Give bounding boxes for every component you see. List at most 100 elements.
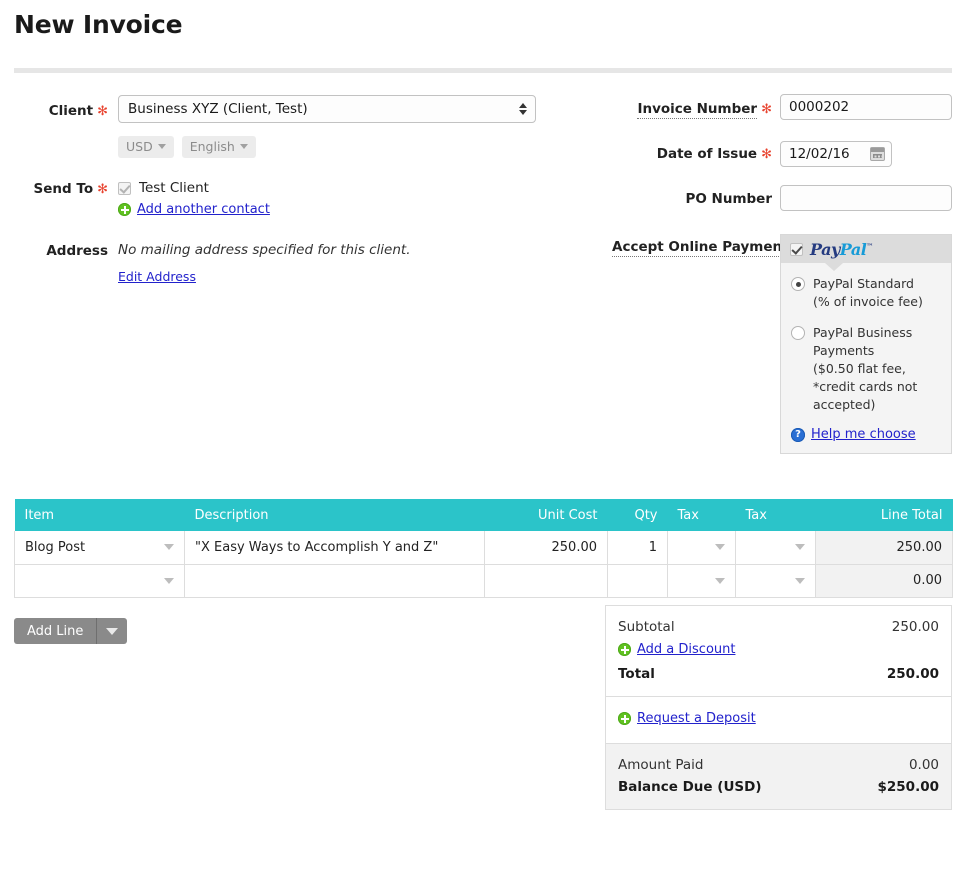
add-line-button[interactable]: Add Line: [14, 618, 128, 644]
chevron-down-icon[interactable]: [715, 577, 725, 584]
column-header-tax-1: Tax: [667, 499, 736, 531]
new-invoice-page: New Invoice Client ✻ Business XYZ (Client…: [0, 0, 975, 869]
totals-summary-section: Subtotal 250.00 Add a Discount Total 250…: [606, 606, 951, 696]
cell-qty[interactable]: 1: [607, 531, 668, 565]
help-me-choose-link[interactable]: Help me choose: [811, 427, 916, 442]
table-row[interactable]: 0.00: [14, 564, 953, 598]
po-number-input[interactable]: [780, 185, 952, 211]
send-to-checkbox[interactable]: [118, 181, 131, 195]
cell-item-value: Blog Post: [25, 539, 86, 555]
cell-unit-cost[interactable]: 250.00: [484, 531, 608, 565]
subtotal-value: 250.00: [891, 619, 939, 635]
request-deposit-row[interactable]: Request a Deposit: [618, 707, 939, 732]
edit-address-row[interactable]: Edit Address: [118, 266, 196, 285]
chevron-down-icon[interactable]: [715, 544, 725, 551]
cell-item[interactable]: Blog Post: [14, 531, 185, 565]
cell-unit-cost[interactable]: [484, 564, 608, 598]
cell-qty[interactable]: [607, 564, 668, 598]
invoice-number-required-asterisk: ✻: [761, 102, 772, 117]
date-of-issue-input[interactable]: 12/02/16: [780, 141, 892, 167]
chevron-down-icon: [239, 144, 248, 149]
paypal-business-payments-option[interactable]: PayPal Business Payments ($0.50 flat fee…: [791, 324, 941, 414]
cell-item[interactable]: [14, 564, 185, 598]
add-contact-row[interactable]: Add another contact: [118, 201, 270, 220]
request-a-deposit-link[interactable]: Request a Deposit: [637, 711, 756, 726]
chevron-down-icon: [157, 144, 166, 149]
invoice-number-label: Invoice Number ✻: [612, 101, 772, 119]
currency-dropdown[interactable]: USD: [118, 136, 174, 158]
currency-value: USD: [126, 139, 153, 154]
paypal-options: PayPal Standard (% of invoice fee) PayPa…: [781, 263, 951, 453]
send-to-contact-row[interactable]: Test Client: [118, 180, 209, 196]
total-label: Total: [618, 666, 655, 682]
cell-tax-2[interactable]: [735, 564, 816, 598]
add-line-button-label: Add Line: [14, 618, 98, 644]
send-to-label: Send To ✻: [34, 181, 108, 197]
plus-circle-icon: [618, 643, 631, 656]
column-header-tax-2: Tax: [735, 499, 816, 531]
balance-section: Amount Paid 0.00 Balance Due (USD) $250.…: [606, 743, 951, 809]
chevron-down-icon: [106, 627, 119, 635]
language-dropdown[interactable]: English: [181, 136, 256, 158]
paypal-logo-pal: Pal: [839, 239, 867, 259]
cell-line-total: 250.00: [815, 531, 953, 565]
paypal-standard-option[interactable]: PayPal Standard (% of invoice fee): [791, 275, 941, 311]
invoice-number-input[interactable]: 0000202: [780, 94, 952, 120]
plus-circle-icon: [618, 712, 631, 725]
balance-due-value: $250.00: [877, 779, 940, 795]
calendar-icon[interactable]: [870, 147, 885, 161]
address-label-text: Address: [46, 243, 108, 259]
paypal-standard-label: PayPal Standard: [813, 276, 914, 291]
total-value: 250.00: [886, 666, 939, 682]
client-select[interactable]: Business XYZ (Client, Test): [118, 95, 536, 123]
line-items-table: Item Description Unit Cost Qty Tax Tax L…: [14, 499, 953, 598]
amount-paid-label: Amount Paid: [618, 757, 704, 773]
invoice-number-label-text: Invoice Number: [637, 101, 758, 119]
question-mark-icon: ?: [791, 427, 805, 442]
balance-due-label: Balance Due (USD): [618, 779, 762, 795]
line-items-header-row: Item Description Unit Cost Qty Tax Tax L…: [14, 499, 953, 531]
chevron-down-icon[interactable]: [795, 577, 805, 584]
paypal-business-payments-label: PayPal Business Payments: [813, 325, 913, 358]
balance-due-row: Balance Due (USD) $250.00: [618, 776, 939, 798]
paypal-panel: PayPal™ PayPal Standard (% of invoice fe…: [780, 234, 952, 454]
add-discount-row[interactable]: Add a Discount: [618, 638, 939, 663]
left-form-column: Client ✻ Business XYZ (Client, Test) USD …: [0, 0, 560, 480]
edit-address-link[interactable]: Edit Address: [118, 269, 196, 284]
chevron-down-icon[interactable]: [164, 577, 174, 584]
cell-tax-1[interactable]: [667, 531, 736, 565]
language-value: English: [189, 139, 235, 154]
cell-tax-1[interactable]: [667, 564, 736, 598]
add-line-dropdown-toggle[interactable]: [97, 618, 128, 644]
paypal-panel-header: PayPal™: [781, 235, 951, 271]
paypal-help-row[interactable]: ? Help me choose: [791, 427, 941, 442]
address-label: Address: [46, 243, 108, 259]
chevron-down-icon[interactable]: [164, 544, 174, 551]
table-row[interactable]: Blog Post "X Easy Ways to Accomplish Y a…: [14, 531, 953, 565]
chevron-down-icon[interactable]: [795, 544, 805, 551]
send-to-contact-name: Test Client: [139, 180, 209, 196]
add-a-discount-link[interactable]: Add a Discount: [637, 642, 735, 657]
cell-description[interactable]: "X Easy Ways to Accomplish Y and Z": [184, 531, 485, 565]
paypal-business-payments-radio[interactable]: [791, 326, 805, 340]
deposit-section: Request a Deposit: [606, 696, 951, 743]
paypal-trademark: ™: [866, 241, 873, 251]
column-header-item: Item: [14, 499, 185, 531]
cell-line-total: 0.00: [815, 564, 953, 598]
paypal-logo-pay: Pay: [810, 239, 840, 259]
add-another-contact-link[interactable]: Add another contact: [137, 202, 270, 217]
paypal-logo: PayPal™: [810, 240, 873, 259]
column-header-unit-cost: Unit Cost: [484, 499, 608, 531]
send-to-required-asterisk: ✻: [97, 182, 108, 197]
paypal-standard-radio[interactable]: [791, 277, 805, 291]
paypal-business-payments-sublabel: ($0.50 flat fee, *credit cards not accep…: [813, 361, 918, 412]
paypal-enable-checkbox[interactable]: [790, 242, 803, 256]
cell-tax-2[interactable]: [735, 531, 816, 565]
subtotal-label: Subtotal: [618, 619, 675, 635]
date-of-issue-label: Date of Issue ✻: [612, 146, 772, 162]
po-number-label: PO Number: [612, 191, 772, 207]
column-header-description: Description: [184, 499, 485, 531]
cell-description[interactable]: [184, 564, 485, 598]
amount-paid-value: 0.00: [908, 757, 939, 773]
date-of-issue-value: 12/02/16: [789, 146, 850, 162]
